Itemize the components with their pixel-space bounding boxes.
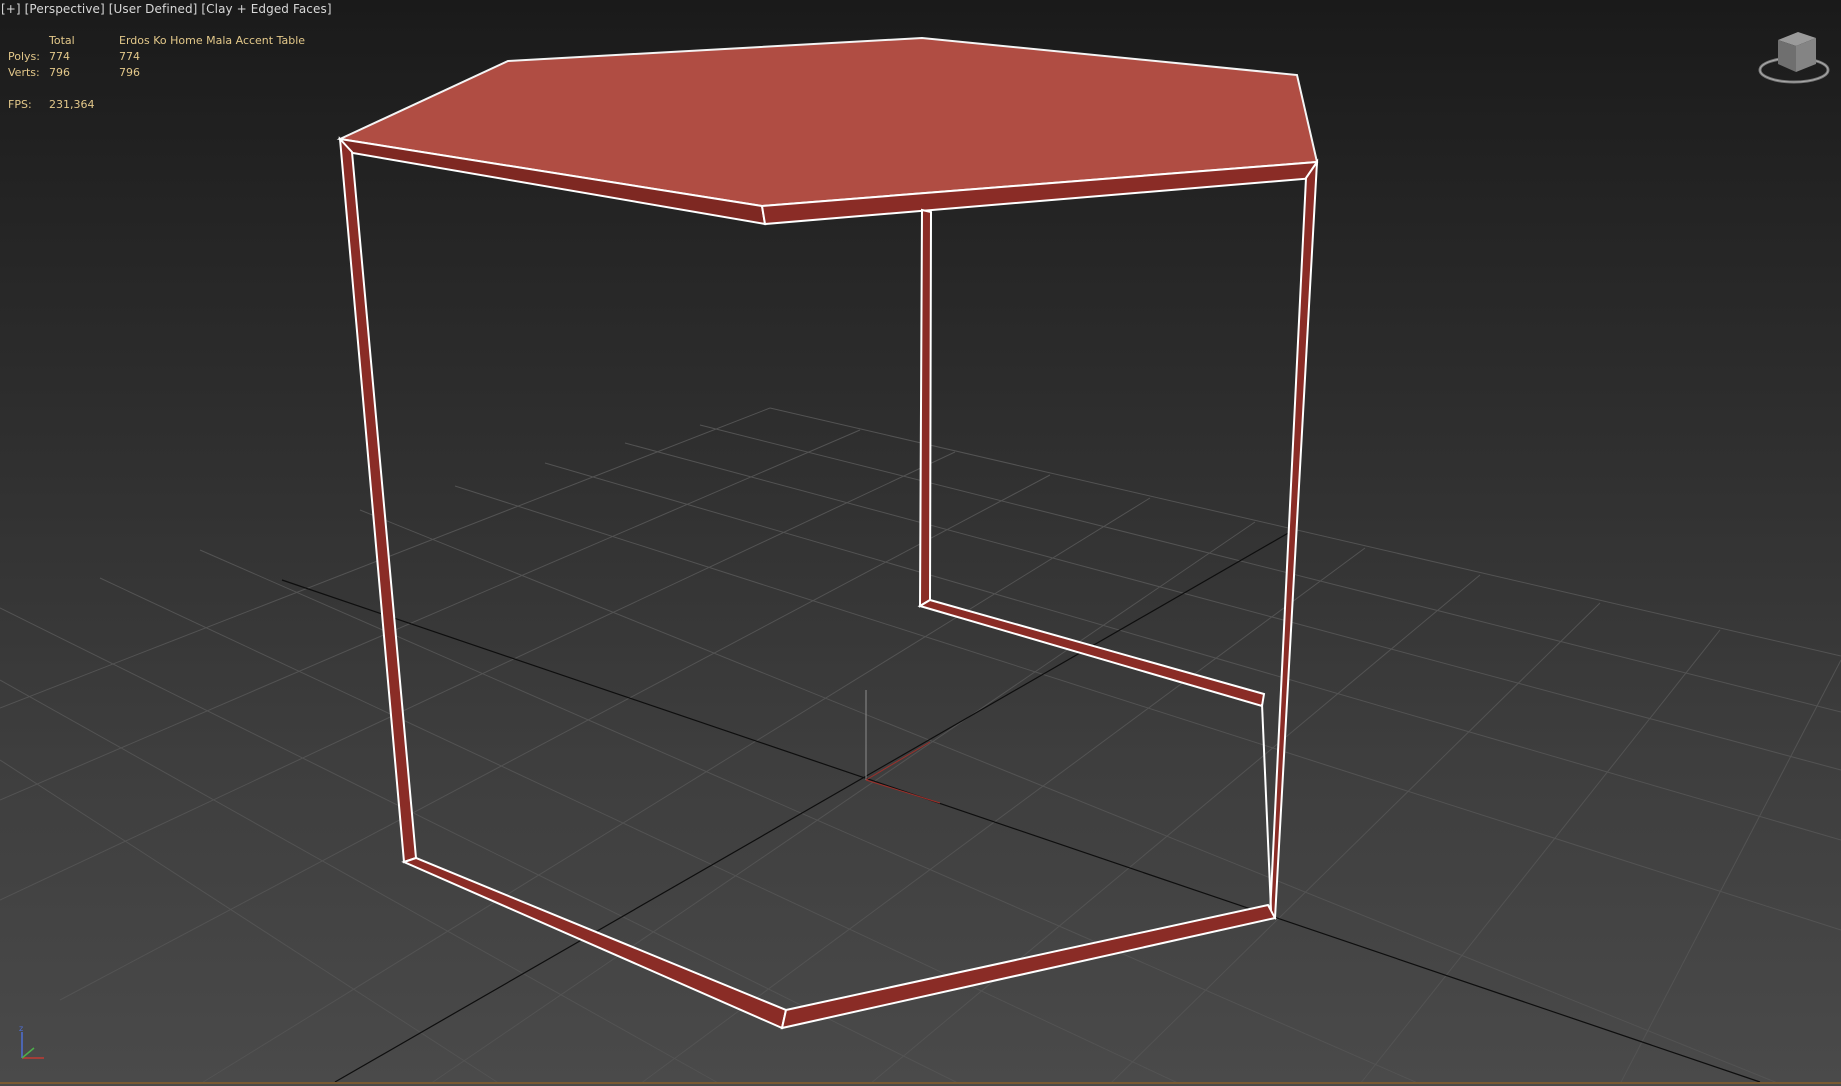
stats-header-object: Erdos Ko Home Mala Accent Table xyxy=(119,34,306,47)
verts-object: 796 xyxy=(119,66,140,79)
bottom-frame-left xyxy=(401,856,788,1030)
pivot-gizmo xyxy=(865,690,941,804)
fps-label: FPS: xyxy=(8,98,32,111)
verts-total: 796 xyxy=(49,66,70,79)
polys-total: 774 xyxy=(49,50,70,63)
table-model[interactable] xyxy=(336,36,1319,1030)
svg-text:z: z xyxy=(19,1024,23,1033)
viewport-menu-shading[interactable]: [Clay + Edged Faces] xyxy=(201,2,331,16)
scene-canvas[interactable] xyxy=(0,0,1841,1086)
viewport-menu-lighting[interactable]: [User Defined] xyxy=(109,2,198,16)
world-axes xyxy=(281,531,1761,1083)
stats-header-total: Total xyxy=(49,34,75,47)
viewport-border xyxy=(0,1082,1841,1084)
back-leg xyxy=(918,208,933,608)
viewport-menu-plus[interactable]: [+] xyxy=(1,2,21,16)
bottom-frame-right xyxy=(780,903,1277,1030)
verts-label: Verts: xyxy=(8,66,40,79)
viewcube-icon[interactable] xyxy=(1758,28,1830,88)
fps-value: 231,364 xyxy=(49,98,95,111)
bottom-frame-link xyxy=(1261,703,1272,911)
statistics-overlay: Total Erdos Ko Home Mala Accent Table Po… xyxy=(8,33,305,113)
perspective-viewport[interactable]: [+] [Perspective] [User Defined] [Clay +… xyxy=(0,0,1841,1086)
viewport-label[interactable]: [+] [Perspective] [User Defined] [Clay +… xyxy=(1,2,332,16)
polys-label: Polys: xyxy=(8,50,40,63)
axis-tripod-icon: z xyxy=(19,1024,44,1059)
viewport-menu-view[interactable]: [Perspective] xyxy=(25,2,105,16)
left-leg xyxy=(338,136,418,864)
polys-object: 774 xyxy=(119,50,140,63)
